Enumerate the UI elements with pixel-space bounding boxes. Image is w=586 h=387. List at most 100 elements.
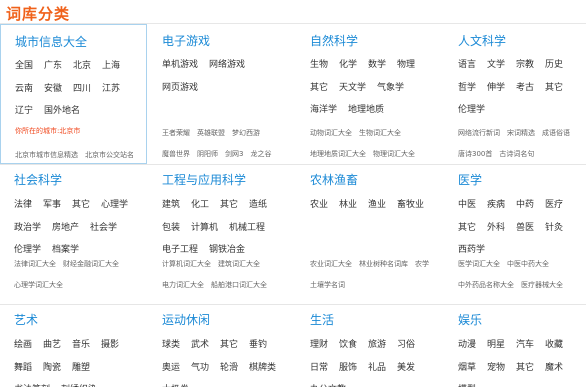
subcategory-link[interactable]: 伸学 xyxy=(487,80,505,98)
recommended-dict-link[interactable]: 阴阳师 xyxy=(197,146,218,162)
subcategory-link[interactable]: 历史 xyxy=(545,57,563,75)
subcategory-link[interactable]: 文学 xyxy=(487,57,505,75)
subcategory-link[interactable]: 动漫 xyxy=(458,337,476,355)
subcategory-link[interactable]: 中医 xyxy=(458,197,476,215)
subcategory-link[interactable]: 雕塑 xyxy=(72,360,90,378)
recommended-dict-link[interactable]: 英雄联盟 xyxy=(197,125,225,141)
subcategory-link[interactable]: 林业 xyxy=(339,197,357,215)
subcategory-link[interactable]: 网页游戏 xyxy=(162,80,198,98)
subcategory-link[interactable]: 广东 xyxy=(44,58,62,76)
subcategory-link[interactable]: 其它 xyxy=(310,80,328,98)
recommended-dict-link[interactable]: 北京市城市信息精选 xyxy=(15,147,78,163)
recommended-dict-link[interactable]: 成语俗语 xyxy=(542,125,570,141)
subcategory-link[interactable]: 生物 xyxy=(310,57,328,75)
subcategory-link[interactable]: 兽医 xyxy=(516,220,534,238)
recommended-dict-link[interactable]: 农学 xyxy=(415,256,429,272)
subcategory-link[interactable]: 心理学 xyxy=(101,197,128,215)
recommended-dict-link[interactable]: 王者荣耀 xyxy=(162,125,190,141)
subcategory-link[interactable]: 陶瓷 xyxy=(43,360,61,378)
subcategory-link[interactable]: 日常 xyxy=(310,360,328,378)
subcategory-link[interactable]: 四川 xyxy=(73,81,91,99)
subcategory-link[interactable]: 太极拳 xyxy=(162,382,189,387)
recommended-dict-link[interactable]: 中外药品名称大全 xyxy=(458,277,514,293)
subcategory-link[interactable]: 气功 xyxy=(191,360,209,378)
subcategory-link[interactable]: 明星 xyxy=(487,337,505,355)
subcategory-link[interactable]: 气象学 xyxy=(377,80,404,98)
subcategory-link[interactable]: 音乐 xyxy=(72,337,90,355)
subcategory-link[interactable]: 魔术 xyxy=(545,360,563,378)
subcategory-link[interactable]: 语言 xyxy=(458,57,476,75)
subcategory-link[interactable]: 云南 xyxy=(15,81,33,99)
recommended-dict-link[interactable]: 建筑词汇大全 xyxy=(218,256,260,272)
subcategory-link[interactable]: 网络游戏 xyxy=(209,57,245,75)
category-title-link[interactable]: 艺术 xyxy=(14,311,38,328)
subcategory-link[interactable]: 其它 xyxy=(220,337,238,355)
subcategory-link[interactable]: 摄影 xyxy=(101,337,119,355)
subcategory-link[interactable]: 绘画 xyxy=(14,337,32,355)
recommended-dict-link[interactable]: 剑网3 xyxy=(225,146,243,162)
subcategory-link[interactable]: 其它 xyxy=(458,220,476,238)
subcategory-link[interactable]: 曲艺 xyxy=(43,337,61,355)
subcategory-link[interactable]: 计算机 xyxy=(191,220,218,238)
subcategory-link[interactable]: 天文学 xyxy=(339,80,366,98)
subcategory-link[interactable]: 军事 xyxy=(43,197,61,215)
subcategory-link[interactable]: 美发 xyxy=(397,360,415,378)
subcategory-link[interactable]: 社会学 xyxy=(90,220,117,238)
subcategory-link[interactable]: 模型 xyxy=(458,382,476,387)
subcategory-link[interactable]: 习俗 xyxy=(397,337,415,355)
subcategory-link[interactable]: 渔业 xyxy=(368,197,386,215)
subcategory-link[interactable]: 辽宁 xyxy=(15,103,33,121)
category-title-link[interactable]: 农林渔畜 xyxy=(310,171,358,188)
recommended-dict-link[interactable]: 法律词汇大全 xyxy=(14,256,56,272)
subcategory-link[interactable]: 单机游戏 xyxy=(162,57,198,75)
subcategory-link[interactable]: 上海 xyxy=(102,58,120,76)
recommended-dict-link[interactable]: 古诗词名句 xyxy=(499,146,534,162)
subcategory-link[interactable]: 理财 xyxy=(310,337,328,355)
subcategory-link[interactable]: 畜牧业 xyxy=(397,197,424,215)
recommended-dict-link[interactable]: 唐诗300首 xyxy=(458,146,492,162)
subcategory-link[interactable]: 医疗 xyxy=(545,197,563,215)
recommended-dict-link[interactable]: 魔兽世界 xyxy=(162,146,190,162)
recommended-dict-link[interactable]: 土壤学名词 xyxy=(310,277,345,293)
recommended-dict-link[interactable]: 生物词汇大全 xyxy=(359,125,401,141)
subcategory-link[interactable]: 全国 xyxy=(15,58,33,76)
subcategory-link[interactable]: 化学 xyxy=(339,57,357,75)
subcategory-link[interactable]: 法律 xyxy=(14,197,32,215)
recommended-dict-link[interactable]: 地理地质词汇大全 xyxy=(310,146,366,162)
category-title-link[interactable]: 电子游戏 xyxy=(162,32,210,49)
subcategory-link[interactable]: 其它 xyxy=(516,360,534,378)
subcategory-link[interactable]: 垂钓 xyxy=(249,337,267,355)
subcategory-link[interactable]: 外科 xyxy=(487,220,505,238)
subcategory-link[interactable]: 球类 xyxy=(162,337,180,355)
subcategory-link[interactable]: 奥运 xyxy=(162,360,180,378)
recommended-dict-link[interactable]: 财经金融词汇大全 xyxy=(63,256,119,272)
subcategory-link[interactable]: 书法篆刻 xyxy=(14,382,50,387)
subcategory-link[interactable]: 汽车 xyxy=(516,337,534,355)
recommended-dict-link[interactable]: 医学词汇大全 xyxy=(458,256,500,272)
recommended-dict-link[interactable]: 中医中药大全 xyxy=(507,256,549,272)
category-title-link[interactable]: 城市信息大全 xyxy=(15,33,87,50)
subcategory-link[interactable]: 其它 xyxy=(72,197,90,215)
subcategory-link[interactable]: 哲学 xyxy=(458,80,476,98)
subcategory-link[interactable]: 安徽 xyxy=(44,81,62,99)
subcategory-link[interactable]: 刺绣织染 xyxy=(61,382,97,387)
subcategory-link[interactable]: 棋牌类 xyxy=(249,360,276,378)
category-title-link[interactable]: 自然科学 xyxy=(310,32,358,49)
subcategory-link[interactable]: 其它 xyxy=(545,80,563,98)
subcategory-link[interactable]: 烟草 xyxy=(458,360,476,378)
subcategory-link[interactable]: 收藏 xyxy=(545,337,563,355)
recommended-dict-link[interactable]: 农业词汇大全 xyxy=(310,256,352,272)
subcategory-link[interactable]: 北京 xyxy=(73,58,91,76)
recommended-dict-link[interactable]: 船舶港口词汇大全 xyxy=(211,277,267,293)
subcategory-link[interactable]: 宗教 xyxy=(516,57,534,75)
recommended-dict-link[interactable]: 医疗器械大全 xyxy=(521,277,563,293)
category-title-link[interactable]: 工程与应用科学 xyxy=(162,171,246,188)
subcategory-link[interactable]: 数学 xyxy=(368,57,386,75)
subcategory-link[interactable]: 建筑 xyxy=(162,197,180,215)
subcategory-link[interactable]: 造纸 xyxy=(249,197,267,215)
subcategory-link[interactable]: 武术 xyxy=(191,337,209,355)
recommended-dict-link[interactable]: 动物词汇大全 xyxy=(310,125,352,141)
recommended-dict-link[interactable]: 物理词汇大全 xyxy=(373,146,415,162)
subcategory-link[interactable]: 办公文教 xyxy=(310,382,346,387)
category-title-link[interactable]: 医学 xyxy=(458,171,482,188)
